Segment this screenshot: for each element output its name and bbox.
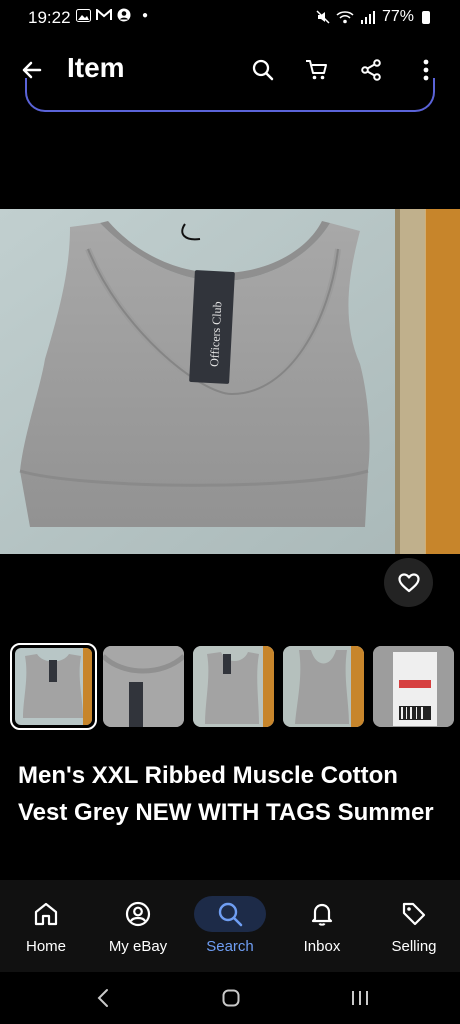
card-edge bbox=[25, 78, 435, 112]
system-status-icons: 77% bbox=[316, 8, 430, 26]
nav-selling[interactable]: Selling bbox=[368, 880, 460, 972]
listing-title: Men's XXL Ribbed Muscle Cotton Vest Grey… bbox=[18, 762, 434, 826]
thumbnail-3[interactable] bbox=[193, 646, 274, 727]
signal-icon bbox=[360, 11, 375, 24]
thumbnail-strip bbox=[10, 643, 460, 731]
status-bar: 19:22 ● 77% bbox=[0, 0, 460, 34]
notification-icons: ● bbox=[76, 8, 148, 22]
mute-icon bbox=[316, 10, 330, 24]
battery-level: 77% bbox=[381, 8, 414, 25]
account-icon bbox=[125, 901, 151, 927]
nav-my-ebay[interactable]: My eBay bbox=[92, 880, 184, 972]
heart-icon bbox=[397, 572, 420, 592]
system-back-button[interactable] bbox=[95, 988, 111, 1008]
product-photo-illustration: Officers Club bbox=[0, 209, 460, 554]
nav-search-label: Search bbox=[206, 938, 254, 955]
nav-home[interactable]: Home bbox=[0, 880, 92, 972]
nav-inbox-label: Inbox bbox=[303, 938, 341, 955]
wifi-icon bbox=[336, 11, 354, 24]
nav-search[interactable]: Search bbox=[184, 880, 276, 972]
battery-icon bbox=[422, 10, 430, 24]
search-icon bbox=[218, 902, 243, 927]
product-image[interactable]: Officers Club bbox=[0, 209, 460, 554]
gallery-icon bbox=[76, 8, 91, 22]
thumbnail-4[interactable] bbox=[283, 646, 364, 727]
status-time: 19:22 bbox=[28, 8, 71, 27]
nav-selling-label: Selling bbox=[391, 938, 437, 955]
thumbnail-1[interactable] bbox=[10, 643, 97, 730]
thumbnail-2[interactable] bbox=[103, 646, 184, 727]
system-nav-bar bbox=[0, 972, 460, 1024]
add-to-watchlist-button[interactable] bbox=[384, 558, 433, 607]
bottom-nav: Home My eBay Search Inbox Selling bbox=[0, 880, 460, 972]
system-home-button[interactable] bbox=[222, 989, 240, 1007]
dot-icon: ● bbox=[142, 9, 149, 21]
tag-icon bbox=[402, 902, 426, 926]
home-icon bbox=[34, 902, 58, 926]
nav-home-label: Home bbox=[25, 938, 66, 955]
nav-my-ebay-label: My eBay bbox=[108, 938, 168, 955]
account-circle-icon bbox=[117, 8, 131, 22]
system-recents-button[interactable] bbox=[350, 989, 370, 1007]
gmail-icon bbox=[96, 9, 112, 20]
bell-icon bbox=[311, 903, 333, 926]
thumbnail-5[interactable] bbox=[373, 646, 454, 727]
nav-inbox[interactable]: Inbox bbox=[276, 880, 368, 972]
